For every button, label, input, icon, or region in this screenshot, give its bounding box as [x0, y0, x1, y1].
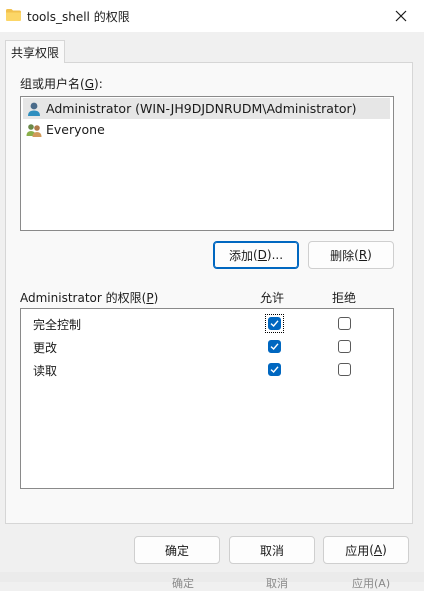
deny-checkbox[interactable]: [338, 317, 351, 330]
permission-name: 更改: [33, 341, 58, 355]
close-button[interactable]: [378, 0, 424, 32]
permission-name: 读取: [33, 364, 58, 378]
ok-button[interactable]: 确定: [134, 536, 220, 564]
list-item[interactable]: Administrator (WIN-JH9DJDNRUDM\Administr…: [23, 98, 390, 119]
checkmark-icon: [270, 320, 279, 328]
user-icon: [28, 102, 40, 116]
tab-label: 共享权限: [10, 45, 59, 60]
users-listbox[interactable]: Administrator (WIN-JH9DJDNRUDM\Administr…: [20, 96, 394, 231]
permissions-listbox: 完全控制 更改 读取: [20, 308, 394, 489]
group-users-icon: [26, 123, 42, 137]
tab-panel: 组或用户名(G): Administrator (WIN-JH9DJDNRUDM…: [5, 62, 413, 524]
deny-column-header: 拒绝: [332, 291, 357, 305]
permission-name: 完全控制: [33, 318, 82, 332]
remove-button[interactable]: 删除(R): [308, 241, 394, 269]
table-row: 更改: [21, 336, 391, 358]
background-apply-button: 应用(A): [352, 577, 391, 590]
allow-checkbox[interactable]: [268, 317, 281, 330]
permissions-label: Administrator 的权限(P): [20, 291, 159, 305]
title-bar: tools_shell 的权限: [0, 0, 424, 32]
deny-checkbox[interactable]: [338, 363, 351, 376]
background-ok-button: 确定: [172, 577, 194, 590]
close-icon: [395, 10, 407, 22]
checkmark-icon: [270, 343, 279, 351]
window-title: tools_shell 的权限: [27, 10, 130, 24]
folder-icon: [6, 9, 21, 21]
deny-checkbox[interactable]: [338, 340, 351, 353]
table-row: 读取: [21, 359, 391, 381]
add-button[interactable]: 添加(D)...: [213, 241, 299, 269]
apply-button[interactable]: 应用(A): [323, 536, 409, 564]
tab-share-permissions[interactable]: 共享权限: [5, 40, 65, 63]
cancel-button[interactable]: 取消: [229, 536, 315, 564]
checkmark-icon: [270, 366, 279, 374]
table-row: 完全控制: [21, 313, 391, 335]
allow-checkbox[interactable]: [268, 340, 281, 353]
allow-column-header: 允许: [260, 291, 285, 305]
list-item[interactable]: Everyone: [23, 119, 390, 140]
background-cancel-button: 取消: [266, 577, 288, 590]
group-or-user-label: 组或用户名(G):: [20, 77, 103, 91]
allow-checkbox[interactable]: [268, 363, 281, 376]
